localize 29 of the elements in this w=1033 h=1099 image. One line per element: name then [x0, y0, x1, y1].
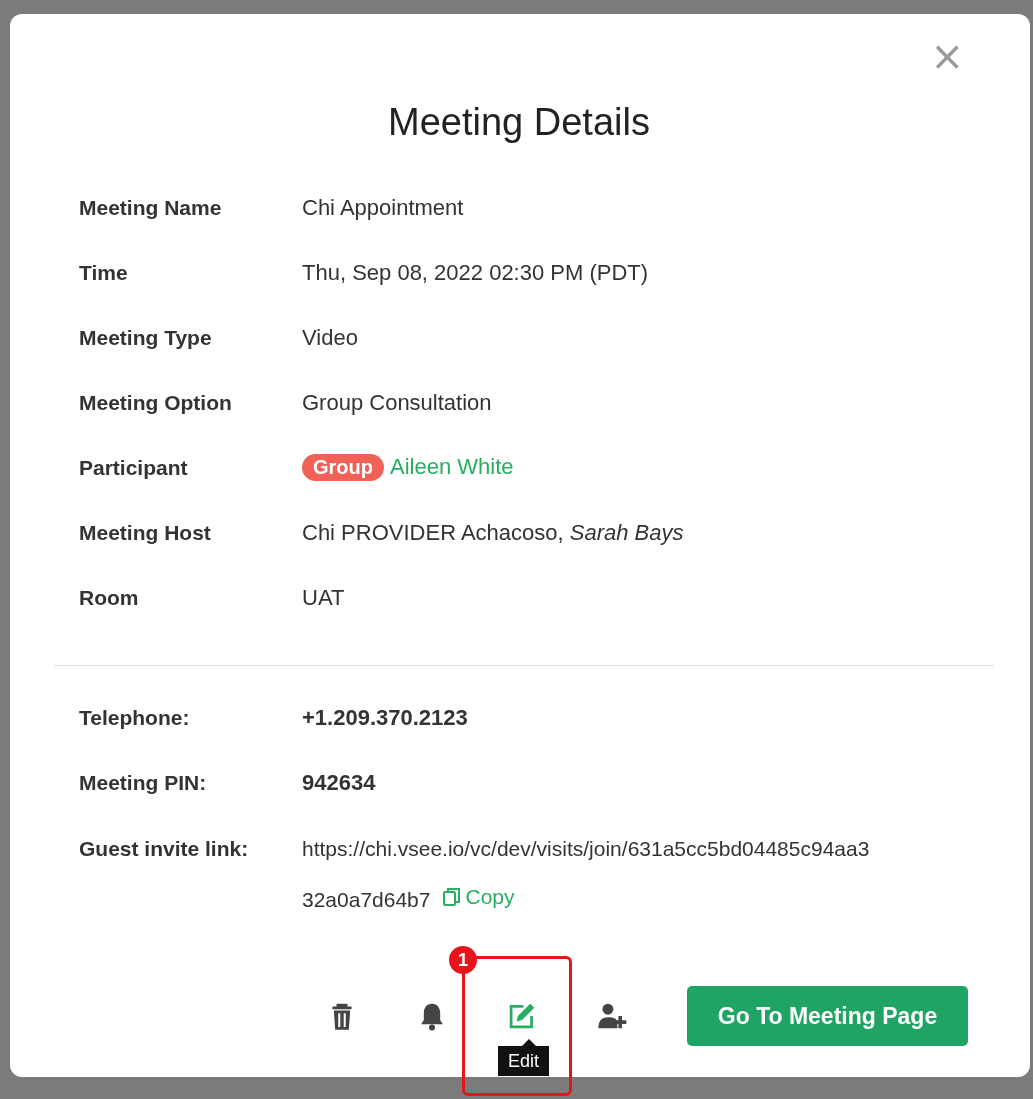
field-label: Meeting Name — [79, 195, 223, 220]
add-person-icon — [597, 1001, 627, 1031]
field-label: Guest invite link: — [79, 836, 250, 862]
go-to-meeting-button[interactable]: Go To Meeting Page — [687, 986, 968, 1046]
field-label: Meeting Host — [79, 520, 212, 545]
tooltip: Edit — [498, 1039, 550, 1076]
participant-link[interactable]: Aileen White — [390, 454, 514, 479]
field-label: Meeting PIN: — [79, 770, 208, 795]
copy-icon — [442, 887, 463, 907]
edit-icon — [507, 1001, 537, 1031]
field-value: 942634 — [302, 769, 376, 796]
field-label: Meeting Option — [79, 390, 233, 415]
step-number-badge: 1 — [449, 946, 477, 974]
group-tag: Group — [302, 454, 384, 481]
field-label: Participant — [79, 455, 189, 480]
copy-link[interactable]: Copy — [442, 873, 515, 921]
field-value: Chi Appointment — [302, 194, 464, 221]
dialog-title: Meeting Details — [387, 100, 651, 145]
field-label: Meeting Type — [79, 325, 213, 350]
field-label: Time — [79, 260, 129, 285]
field-label: Telephone: — [79, 705, 191, 730]
field-value: Chi PROVIDER Achacoso, Sarah Bays — [302, 519, 684, 546]
field-value: UAT — [302, 584, 345, 611]
field-value: Group Consultation — [302, 389, 492, 416]
field-value: Video — [302, 324, 358, 351]
close-button[interactable]: × — [926, 36, 968, 76]
field-value: Thu, Sep 08, 2022 02:30 PM (PDT) — [302, 259, 649, 286]
field-value: +1.209.370.2123 — [302, 704, 468, 731]
field-label: Room — [79, 585, 140, 610]
